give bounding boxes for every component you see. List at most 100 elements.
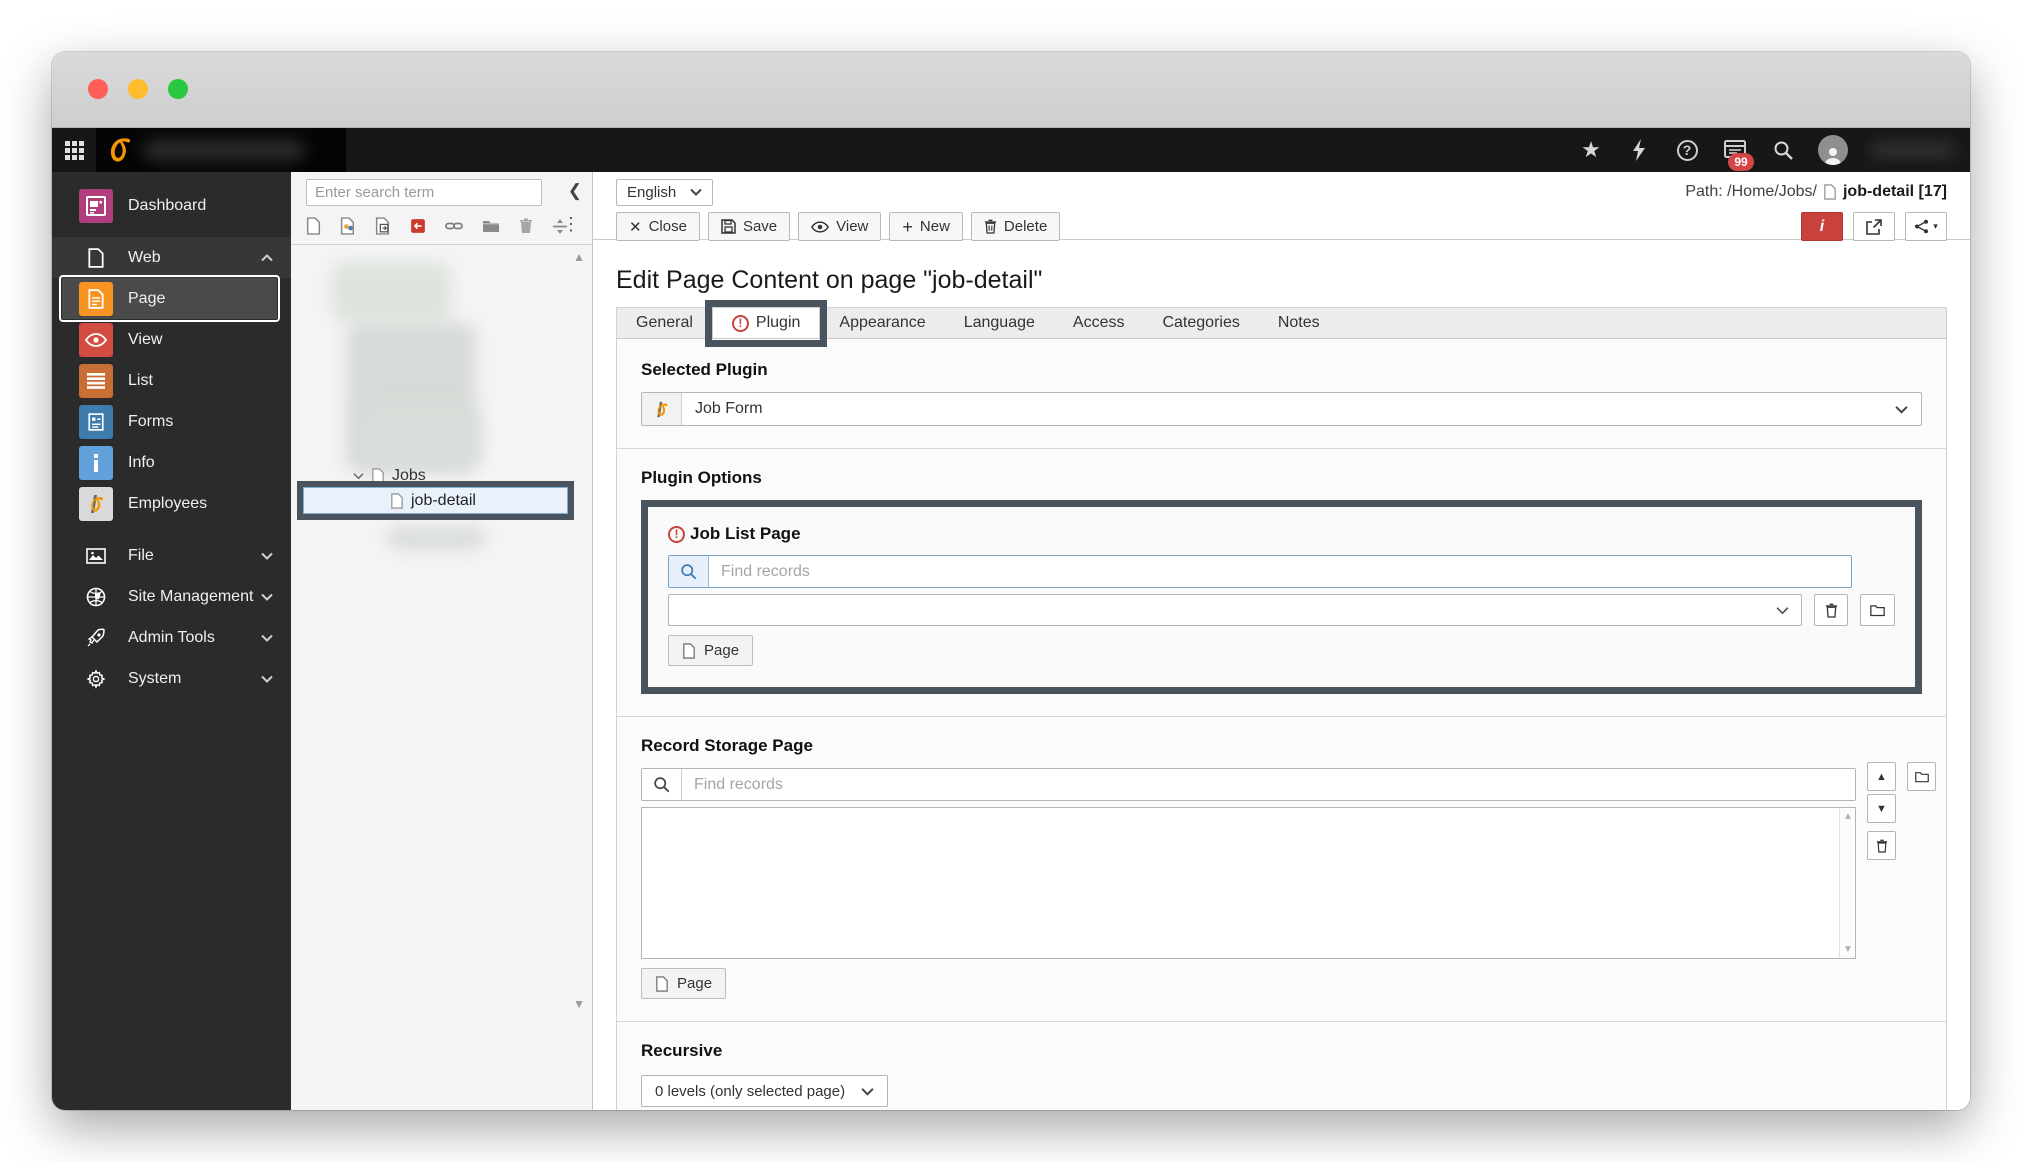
new-spacer-page-icon[interactable] <box>410 217 426 235</box>
sidebar-item-label: File <box>128 546 154 564</box>
close-window-button[interactable] <box>88 79 108 99</box>
job-list-page-search <box>668 555 1852 588</box>
remove-selected-button[interactable] <box>1813 594 1849 626</box>
sidebar-item-label: System <box>128 669 182 687</box>
new-button[interactable]: + New <box>889 212 963 241</box>
topbar: ★ ? 99 <box>52 128 1970 172</box>
collapse-tree-panel-icon[interactable]: ❮ <box>568 181 582 201</box>
page-icon <box>683 642 695 659</box>
sidebar-item-site-management[interactable]: Site Management <box>52 576 291 617</box>
user-avatar[interactable] <box>1818 135 1848 165</box>
sidebar-item-view[interactable]: View <box>52 319 291 360</box>
listbox-scrollbar[interactable]: ▲ ▼ <box>1839 808 1855 958</box>
app-grid-icon[interactable] <box>52 128 96 172</box>
tree-more-options-icon[interactable]: ⋮ <box>562 214 580 235</box>
info-button[interactable]: i <box>1801 212 1843 241</box>
recursive-select[interactable]: 0 levels (only selected page) <box>641 1075 889 1107</box>
caret-down-icon: ▾ <box>1933 221 1938 231</box>
sidebar-item-info[interactable]: Info <box>52 442 291 483</box>
job-list-page-select[interactable] <box>668 594 1802 626</box>
remove-record-button[interactable] <box>1867 831 1896 860</box>
sidebar-item-employees[interactable]: Employees <box>52 483 291 524</box>
sidebar-item-list[interactable]: List <box>52 360 291 401</box>
tree-node-job-detail-selected[interactable]: job-detail <box>303 487 568 514</box>
chevron-down-icon <box>261 634 273 642</box>
tab-notes[interactable]: Notes <box>1259 308 1339 338</box>
tree-divider <box>291 244 592 245</box>
tree-scroll-down-icon[interactable]: ▼ <box>573 997 585 1011</box>
clear-cache-icon[interactable] <box>1626 137 1652 163</box>
zoom-window-button[interactable] <box>168 79 188 99</box>
share-button[interactable]: ▾ <box>1905 212 1947 241</box>
annotation-frame-plugin-options: ! Job List Page Find records Page <box>641 500 1922 694</box>
help-icon[interactable]: ? <box>1674 137 1700 163</box>
trash-icon[interactable] <box>519 218 533 234</box>
page-button[interactable]: Page <box>641 968 727 999</box>
record-storage-search <box>641 768 1856 801</box>
section-heading: Selected Plugin <box>641 360 768 379</box>
page-button[interactable]: Page <box>668 635 754 666</box>
section-plugin-options: Plugin Options ! Job List Page Find reco… <box>617 448 1946 716</box>
tree-scroll-up-icon[interactable]: ▲ <box>573 250 585 264</box>
save-button[interactable]: Save <box>707 212 791 241</box>
tab-categories[interactable]: Categories <box>1143 308 1258 338</box>
move-down-button[interactable]: ▼ <box>1867 794 1896 823</box>
open-documents-badge: 99 <box>1728 153 1754 171</box>
record-storage-listbox[interactable]: ▲ ▼ <box>641 807 1856 959</box>
browse-records-button[interactable] <box>1907 762 1936 791</box>
delete-button[interactable]: Delete <box>970 212 1061 241</box>
open-documents-icon[interactable]: 99 <box>1722 137 1754 171</box>
find-records-input[interactable] <box>682 775 1855 794</box>
system-icon <box>79 662 113 696</box>
tab-plugin[interactable]: ! Plugin <box>704 300 828 347</box>
move-up-button[interactable]: ▲ <box>1867 762 1896 791</box>
annotation-frame-job-detail: job-detail <box>297 481 574 520</box>
tree-search-input[interactable] <box>306 179 542 206</box>
new-shortcut-page-icon[interactable] <box>340 217 356 235</box>
minimize-window-button[interactable] <box>128 79 148 99</box>
chevron-up-icon <box>261 253 273 262</box>
section-heading: Record Storage Page <box>641 736 813 755</box>
chevron-down-icon <box>261 593 273 601</box>
selected-plugin-select[interactable]: Job Form <box>641 392 1922 426</box>
typo3-brand[interactable] <box>96 128 346 172</box>
sidebar-item-admin-tools[interactable]: Admin Tools <box>52 617 291 658</box>
tab-access[interactable]: Access <box>1054 308 1144 338</box>
find-records-input[interactable] <box>709 562 1851 581</box>
page-module-icon <box>79 281 113 316</box>
eye-icon <box>811 220 830 233</box>
language-select[interactable]: English <box>616 178 714 206</box>
username-redacted <box>1870 141 1956 159</box>
sidebar-item-page[interactable]: Page <box>59 275 280 322</box>
redacted-tree-content <box>386 527 486 549</box>
browse-records-button[interactable] <box>1860 594 1896 626</box>
chevron-down-icon <box>861 1087 874 1096</box>
sidebar-item-dashboard[interactable]: Dashboard <box>52 185 291 226</box>
folder-icon <box>1870 604 1886 616</box>
sidebar-item-label: Info <box>128 453 155 471</box>
sidebar-item-label: Admin Tools <box>128 628 215 646</box>
sidebar-item-system[interactable]: System <box>52 658 291 699</box>
plugin-type-icon <box>642 393 682 425</box>
link-icon[interactable] <box>445 219 463 233</box>
sidebar-item-file[interactable]: File <box>52 535 291 576</box>
scroll-up-icon[interactable]: ▲ <box>1843 811 1853 822</box>
new-page-icon[interactable] <box>306 217 321 235</box>
sidebar-group-web[interactable]: Web <box>52 237 291 278</box>
breadcrumb: Path: /Home/Jobs/ job-detail [17] <box>1685 183 1947 201</box>
tab-appearance[interactable]: Appearance <box>820 308 944 338</box>
page-title: Edit Page Content on page "job-detail" <box>616 266 1043 294</box>
search-icon[interactable] <box>1770 137 1796 163</box>
tab-language[interactable]: Language <box>945 308 1054 338</box>
new-mount-page-icon[interactable] <box>375 217 391 235</box>
chevron-down-icon[interactable] <box>353 472 364 480</box>
view-button[interactable]: View <box>798 212 882 241</box>
folder-icon <box>1914 771 1929 782</box>
sidebar-item-forms[interactable]: Forms <box>52 401 291 442</box>
bookmarks-icon[interactable]: ★ <box>1578 137 1604 163</box>
scroll-down-icon[interactable]: ▼ <box>1843 944 1853 955</box>
folder-icon[interactable] <box>482 219 500 233</box>
open-in-frontend-button[interactable] <box>1853 212 1895 241</box>
close-button[interactable]: ✕ Close <box>616 212 700 241</box>
tab-general[interactable]: General <box>617 308 712 338</box>
